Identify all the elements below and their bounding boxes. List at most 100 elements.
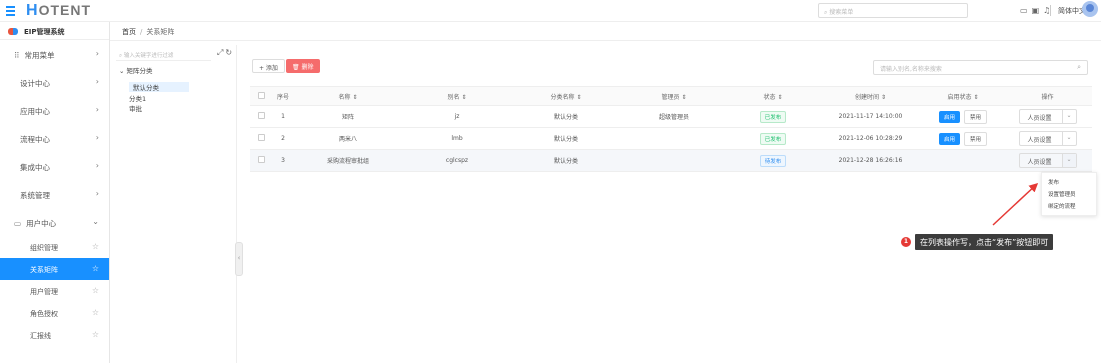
matrix-table: 序号 名称 ⇕ 别名 ⇕ 分类名称 ⇕ 管理员 ⇕ 状态 ⇕ 创建时间 ⇕ 启用… — [250, 86, 1092, 172]
tree-node[interactable]: 默认分类 — [129, 82, 189, 92]
menu-item-publish[interactable]: 发布 — [1042, 176, 1096, 188]
annotation-arrow — [992, 182, 1039, 226]
screen-icon[interactable]: ▣ — [1032, 6, 1044, 15]
sidebar: EIP管理系统 ⠿ 常用菜单 › 设计中心 › 应用中心 › 流程中心 › 集成中心 › 系… — [0, 22, 110, 363]
person-settings-dropdown[interactable]: 人员设置 ⌄ — [1018, 153, 1077, 168]
star-icon[interactable]: ☆ — [92, 330, 99, 339]
column-header[interactable]: 状态 ⇕ — [728, 86, 818, 106]
cell-admin — [620, 127, 728, 150]
cell-admin — [620, 149, 728, 172]
cell-name-link[interactable]: 两米八 — [294, 127, 402, 150]
cell-ops: 人员设置 ⌄ — [1003, 149, 1092, 172]
chevron-down-icon[interactable]: ⌄ — [1061, 154, 1076, 167]
sidebar-item-design[interactable]: 设计中心 › — [0, 68, 109, 96]
sidebar-item-flow[interactable]: 流程中心 › — [0, 124, 109, 152]
column-header: 序号 — [272, 86, 294, 106]
disable-button[interactable]: 禁用 — [964, 131, 988, 146]
breadcrumb: 首页 / 关系矩阵 — [122, 27, 174, 37]
chevron-right-icon: › — [95, 133, 99, 142]
enable-button[interactable]: 启用 — [938, 110, 960, 123]
chevron-right-icon: › — [95, 189, 99, 198]
collapse-panel-button[interactable]: ‹ — [235, 242, 243, 276]
add-button[interactable]: + 添加 — [252, 59, 285, 73]
disable-button[interactable]: 禁用 — [964, 109, 988, 124]
row-checkbox[interactable] — [250, 149, 272, 172]
star-icon[interactable]: ☆ — [92, 264, 99, 273]
monitor-icon: ▭ — [14, 219, 22, 228]
breadcrumb-separator: / — [140, 28, 143, 36]
sidebar-item-matrix[interactable]: 关系矩阵 ☆ — [0, 258, 109, 280]
chevron-right-icon: › — [95, 161, 99, 170]
cell-category: 默认分类 — [512, 105, 620, 128]
table-row: 2 两米八 lmb 默认分类 已发布 2021-12-06 10:28:29 启… — [250, 127, 1092, 150]
delete-button[interactable]: 🗑 删除 — [286, 59, 320, 73]
row-checkbox[interactable] — [250, 127, 272, 150]
chevron-right-icon: › — [95, 105, 99, 114]
star-icon[interactable]: ☆ — [92, 308, 99, 317]
column-header[interactable]: 创建时间 ⇕ — [818, 86, 923, 106]
sidebar-item-integration[interactable]: 集成中心 › — [0, 152, 109, 180]
breadcrumb-current: 关系矩阵 — [146, 28, 175, 36]
global-search-input[interactable]: ⌕ 搜索菜单 — [818, 3, 968, 18]
cell-admin: 超级管理员 — [620, 105, 728, 128]
column-header: 操作 — [1003, 86, 1092, 106]
table-row: 3 采购流程审批组 cglcspz 默认分类 待发布 2021-12-28 16… — [250, 149, 1092, 172]
sidebar-item-report-line[interactable]: 汇报线 ☆ — [0, 324, 109, 346]
person-settings-dropdown[interactable]: 人员设置 ⌄ — [1018, 131, 1077, 146]
menu-item-bound-flows[interactable]: 绑定的流程 — [1042, 200, 1096, 212]
cell-ops: 人员设置 ⌄ — [1003, 105, 1092, 128]
tree-root[interactable]: ⌄ 矩阵分类 — [119, 65, 153, 75]
trash-icon: 🗑 — [292, 64, 300, 71]
star-icon[interactable]: ☆ — [92, 242, 99, 251]
fullscreen-icon[interactable]: ▭ — [1020, 6, 1032, 15]
sidebar-item-roles[interactable]: 角色授权 ☆ — [0, 302, 109, 324]
chevron-down-icon[interactable]: ⌄ — [1061, 110, 1076, 123]
cell-status: 已发布 — [728, 127, 818, 150]
sidebar-item-common[interactable]: ⠿ 常用菜单 › — [0, 40, 109, 68]
cell-status: 待发布 — [728, 149, 818, 172]
cell-name-link[interactable]: 采购流程审批组 — [294, 149, 402, 172]
hamburger-menu-icon[interactable] — [6, 6, 15, 16]
sidebar-item-users[interactable]: 用户管理 ☆ — [0, 280, 109, 302]
table-search-input[interactable]: 请输入别名,名称来搜索 ⌕ — [873, 60, 1088, 75]
cell-name-link[interactable]: 矩阵 — [294, 105, 402, 128]
annotation-callout: 在列表操作写，点击“发布”按钮即可 — [915, 234, 1054, 250]
chevron-down-icon[interactable]: ⌄ — [1061, 132, 1076, 145]
cell-category: 默认分类 — [512, 149, 620, 172]
column-header[interactable]: 分类名称 ⇕ — [512, 86, 620, 106]
star-icon[interactable]: ☆ — [92, 286, 99, 295]
system-logo-icon — [8, 28, 18, 35]
menu-item-set-admin[interactable]: 设置管理员 — [1042, 188, 1096, 200]
cell-alias: lmb — [402, 127, 512, 150]
table-header: 序号 名称 ⇕ 别名 ⇕ 分类名称 ⇕ 管理员 ⇕ 状态 ⇕ 创建时间 ⇕ 启用… — [250, 86, 1092, 106]
column-header[interactable]: 名称 ⇕ — [294, 86, 402, 106]
cell-alias: cglcspz — [402, 149, 512, 172]
refresh-icon[interactable]: ↻ — [225, 48, 234, 57]
search-icon[interactable]: ⌕ — [1077, 63, 1081, 72]
status-badge: 待发布 — [759, 154, 787, 167]
category-tree: ⌕ 输入关键字进行过滤 ⤢↻ ⌄ 矩阵分类 默认分类 分类1 审批 — [113, 45, 237, 363]
tree-filter-input[interactable]: ⌕ 输入关键字进行过滤 — [116, 49, 211, 61]
select-all-checkbox[interactable] — [250, 86, 272, 106]
enable-button[interactable]: 启用 — [938, 132, 960, 145]
top-bar: HOTENT ⌕ 搜索菜单 ▭▣♫ 简体中文 — [0, 0, 1101, 22]
sidebar-item-system[interactable]: 系统管理 › — [0, 180, 109, 208]
status-badge: 已发布 — [759, 132, 787, 145]
breadcrumb-home[interactable]: 首页 — [122, 28, 136, 36]
cell-created: 2021-12-28 16:26:16 — [818, 149, 923, 172]
column-header[interactable]: 启用状态 ⇕ — [923, 86, 1003, 106]
system-title[interactable]: EIP管理系统 — [0, 22, 109, 40]
column-header[interactable]: 管理员 ⇕ — [620, 86, 728, 106]
sidebar-item-org[interactable]: 组织管理 ☆ — [0, 236, 109, 258]
column-header[interactable]: 别名 ⇕ — [402, 86, 512, 106]
bell-icon[interactable]: ♫ — [1043, 6, 1054, 15]
row-checkbox[interactable] — [250, 105, 272, 128]
tree-node[interactable]: 审批 — [129, 103, 142, 113]
avatar[interactable] — [1082, 1, 1098, 17]
cell-index: 2 — [272, 127, 294, 150]
divider — [110, 40, 1101, 41]
sidebar-item-user-center[interactable]: ▭ 用户中心 ⌄ — [0, 208, 109, 236]
sidebar-item-app[interactable]: 应用中心 › — [0, 96, 109, 124]
tree-node[interactable]: 分类1 — [129, 93, 146, 103]
person-settings-dropdown[interactable]: 人员设置 ⌄ — [1018, 109, 1077, 124]
